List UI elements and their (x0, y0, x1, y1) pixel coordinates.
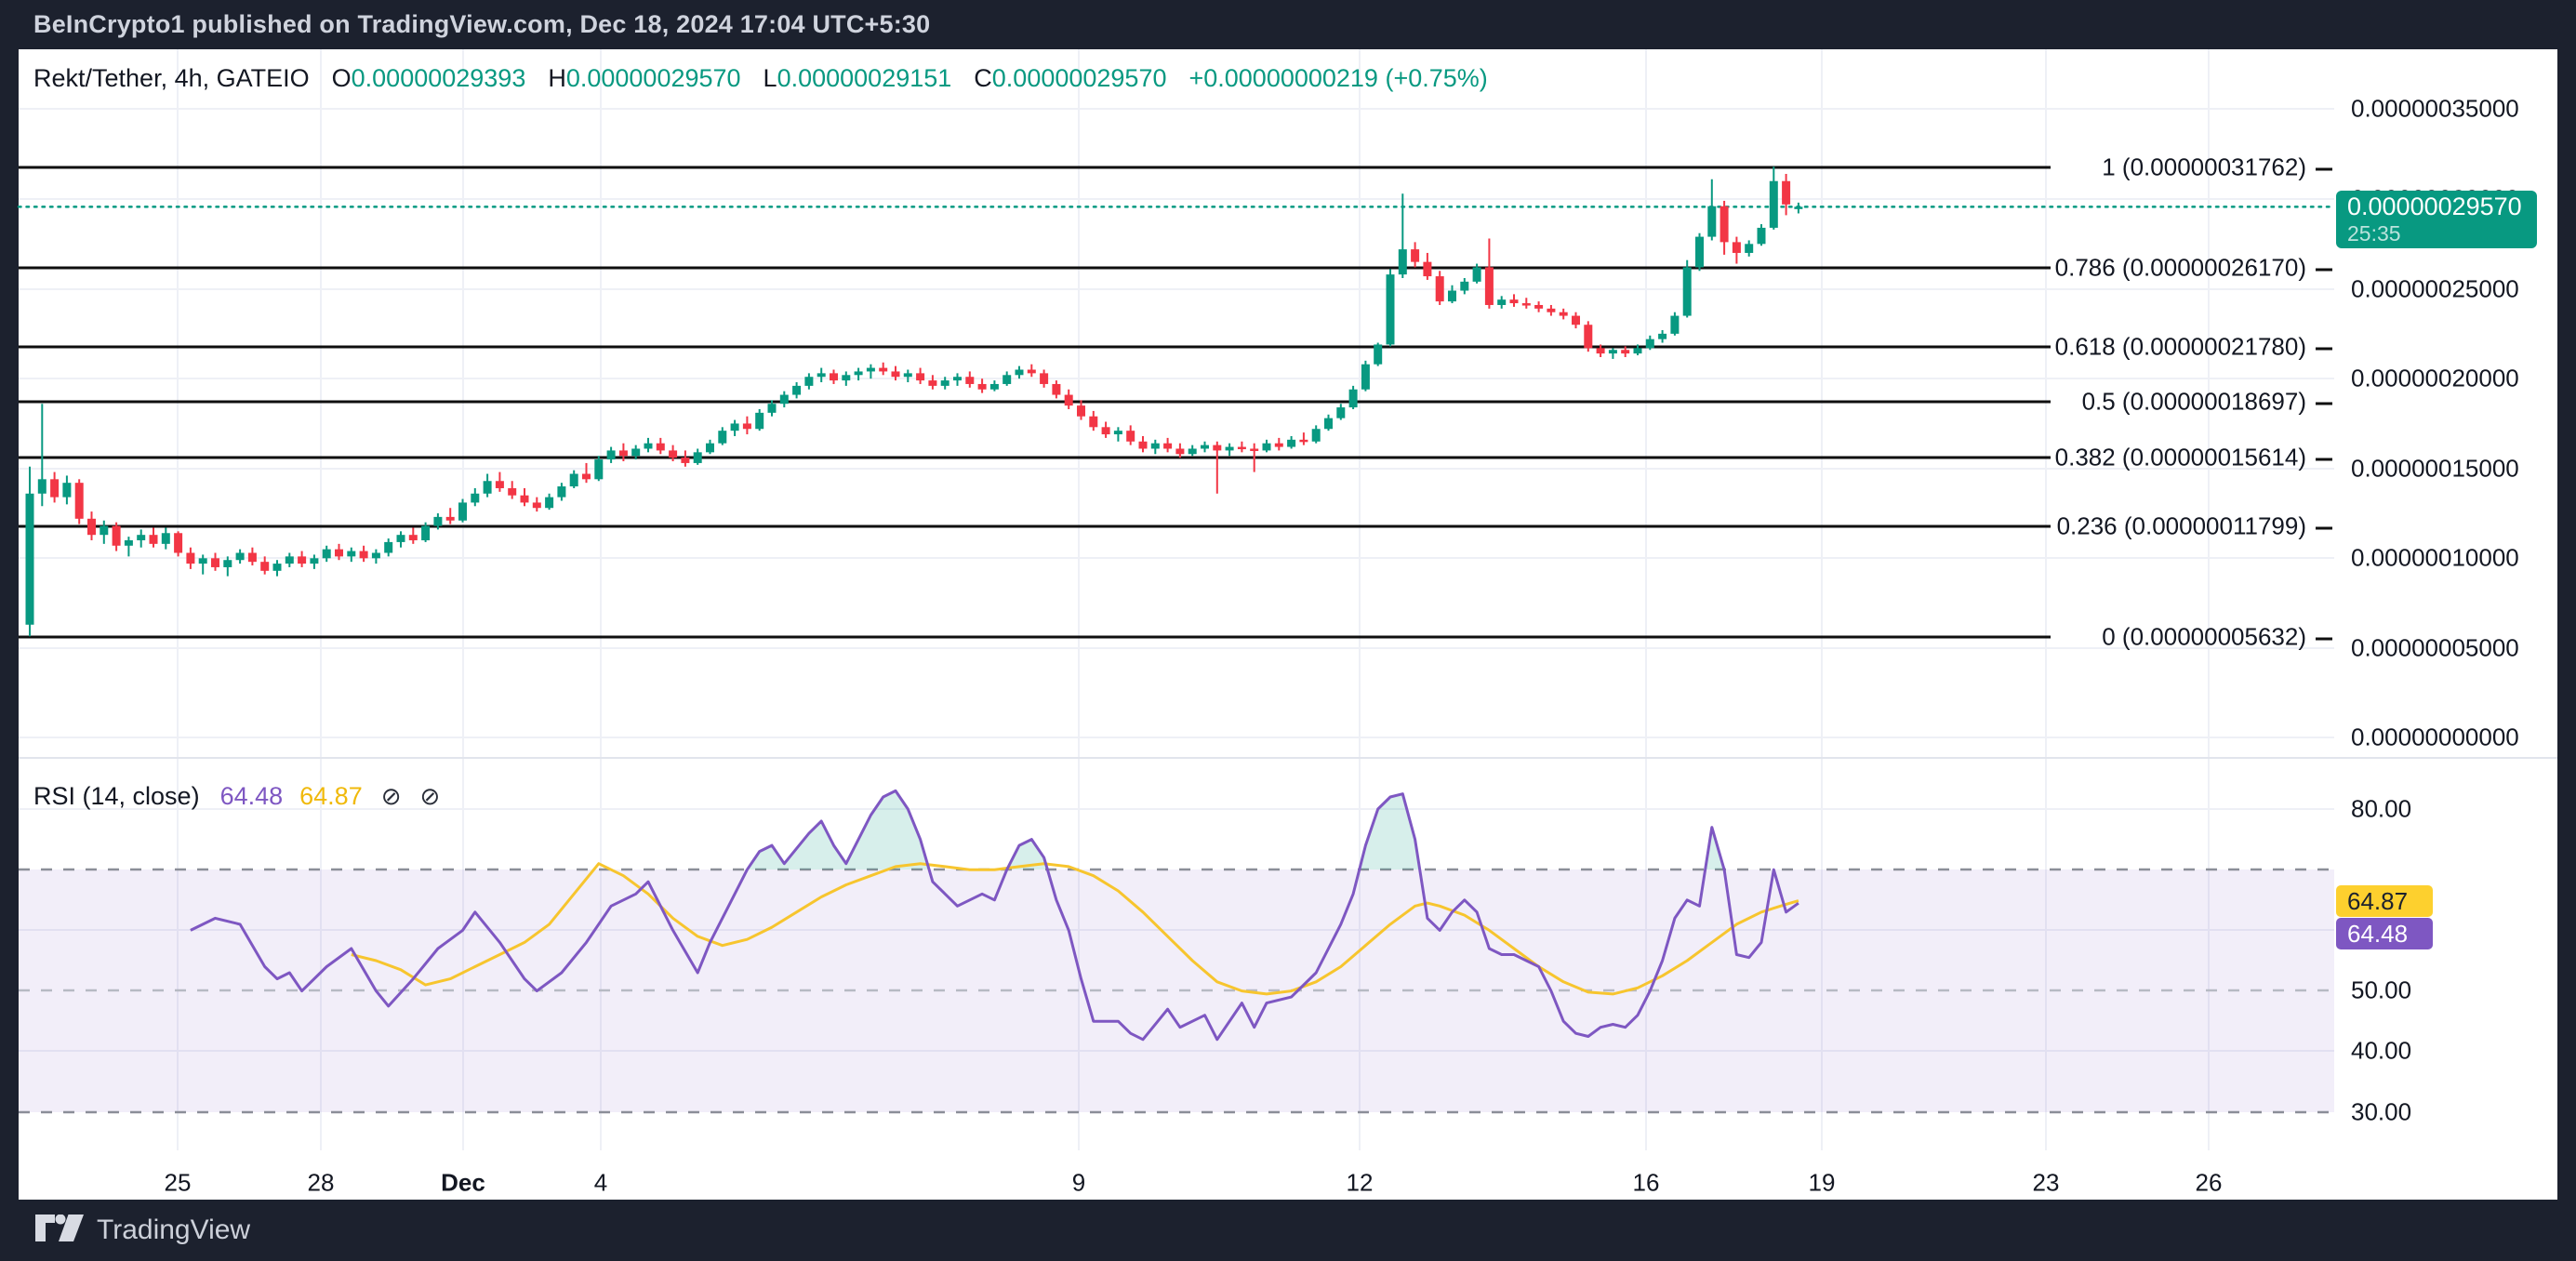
price-tick: 0.00000010000 (2351, 544, 2519, 573)
price-tick: 0.00000025000 (2351, 275, 2519, 304)
bar-countdown: 25:35 (2347, 222, 2537, 245)
price-tick: 0.00000035000 (2351, 95, 2519, 124)
fib-label-0: 0 (0.00000005632) (2102, 623, 2332, 652)
time-tick: 28 (308, 1169, 335, 1198)
rsi-legend: RSI (14, close) 64.48 64.87 ⊘ ⊘ (33, 779, 440, 813)
tradingview-logo-icon[interactable] (35, 1215, 84, 1246)
time-tick: 25 (165, 1169, 192, 1198)
rsi-tick: 80.00 (2351, 795, 2411, 824)
rsi-ma-badge: 64.87 (2336, 885, 2433, 917)
low-value: 0.00000029151 (777, 64, 952, 92)
open-label: O (332, 64, 352, 92)
fib-label-0786: 0.786 (0.00000026170) (2055, 254, 2332, 283)
no-source-icon[interactable]: ⊘ (381, 782, 402, 811)
close-value: 0.00000029570 (992, 64, 1167, 92)
price-tick: 0.00000000000 (2351, 723, 2519, 752)
current-price-value: 0.00000029570 (2347, 191, 2537, 222)
rsi-tick: 40.00 (2351, 1037, 2411, 1066)
time-tick-month: Dec (441, 1169, 485, 1198)
time-tick: 23 (2033, 1169, 2060, 1198)
tradingview-snapshot: BeInCrypto1 published on TradingView.com… (0, 0, 2576, 1261)
fib-label-0382: 0.382 (0.00000015614) (2055, 444, 2332, 472)
time-tick: 19 (1809, 1169, 1836, 1198)
high-label: H (548, 64, 566, 92)
rsi-title: RSI (14, close) (33, 782, 200, 811)
attribution-text: BeInCrypto1 published on TradingView.com… (33, 0, 930, 49)
time-tick: 12 (1347, 1169, 1374, 1198)
time-tick: 9 (1072, 1169, 1085, 1198)
change-value: +0.00000000219 (+0.75%) (1188, 64, 1487, 93)
time-tick: 16 (1633, 1169, 1660, 1198)
fib-label-0236: 0.236 (0.00000011799) (2057, 512, 2332, 541)
fib-label-05: 0.5 (0.00000018697) (2082, 388, 2332, 417)
open-value: 0.00000029393 (352, 64, 526, 92)
price-tick: 0.00000015000 (2351, 455, 2519, 484)
rsi-tick: 30.00 (2351, 1098, 2411, 1127)
time-tick: 4 (594, 1169, 607, 1198)
price-legend: Rekt/Tether, 4h, GATEIO O0.00000029393 H… (33, 61, 1488, 95)
symbol-title[interactable]: Rekt/Tether, 4h, GATEIO (33, 64, 310, 93)
price-tick: 0.00000005000 (2351, 634, 2519, 663)
low-label: L (764, 64, 777, 92)
rsi-value-badge: 64.48 (2336, 918, 2433, 949)
tradingview-brand-text[interactable]: TradingView (97, 1215, 250, 1246)
fib-label-0618: 0.618 (0.00000021780) (2055, 333, 2332, 362)
rsi-ma-value: 64.87 (299, 782, 363, 811)
close-label: C (974, 64, 992, 92)
footer-bar: TradingView (0, 1200, 2576, 1261)
no-source-icon[interactable]: ⊘ (420, 782, 441, 811)
rsi-value: 64.48 (220, 782, 284, 811)
high-value: 0.00000029570 (566, 64, 741, 92)
current-price-badge: 0.00000029570 25:35 (2336, 191, 2537, 248)
time-tick: 26 (2196, 1169, 2223, 1198)
fib-label-1: 1 (0.00000031762) (2102, 153, 2332, 182)
price-tick: 0.00000020000 (2351, 365, 2519, 393)
rsi-tick: 50.00 (2351, 976, 2411, 1005)
